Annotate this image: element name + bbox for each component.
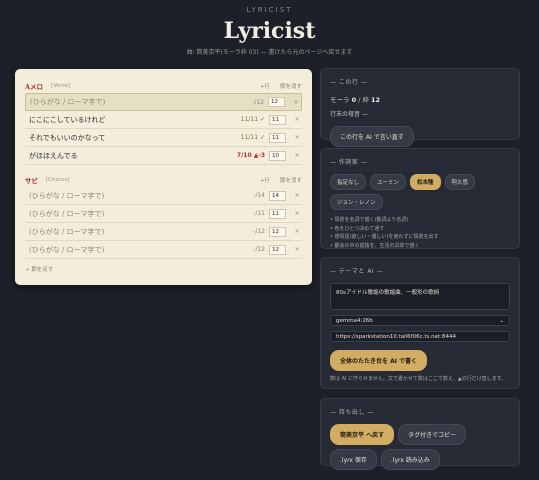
lyricist-tip: 情景を名詞で描く(動詞より名詞): [330, 216, 510, 225]
export-button[interactable]: .lyrx 保存: [330, 449, 377, 470]
model-select[interactable]: gemma4:26b ⌄: [330, 315, 510, 326]
lyric-line-input[interactable]: にこにこしているけれど: [29, 115, 241, 125]
page-subtitle: 曲: 筒美京平(モーラ枠 03) — 書けたら元のページへ戻せます: [186, 49, 353, 56]
current-line-heading: — この行 —: [330, 79, 368, 86]
tail-vowel: 行末の母音 —: [330, 111, 368, 118]
remove-line-icon[interactable]: ×: [292, 116, 302, 123]
lyricist-tips: 情景を名詞で描く(動詞より名詞)色をひとつ決めて通す感情語(寂しい・優しい)を使…: [330, 216, 510, 250]
mora-count: -/11: [253, 210, 265, 217]
mora-count: -/12: [252, 98, 264, 106]
lyricist-chip[interactable]: 阿久悠: [444, 174, 476, 190]
chevron-down-icon: ⌄: [499, 317, 504, 324]
lyric-line-input[interactable]: (ひらがな / ローマ字で): [29, 209, 253, 219]
lyrics-paper: Aメロ [Verse] +行 節を消す (ひらがな / ローマ字で) -/12 12 × にこに…: [15, 69, 312, 285]
add-line-button[interactable]: +行: [260, 82, 270, 90]
remove-line-icon[interactable]: ×: [292, 246, 302, 253]
slot-number-input[interactable]: 12: [268, 97, 285, 107]
lyricist-tip: 感情語(寂しい・優しい)を使わずに情景を出す: [330, 233, 510, 242]
current-line-panel: — この行 — モーラ 0 / 枠 12 行末の母音 — この行を AI で言い…: [320, 68, 520, 147]
slot-number-input[interactable]: 11: [269, 132, 286, 143]
theme-input[interactable]: 80sアイドル歌謡の歌謡曲、一般形の歌詞: [330, 283, 510, 310]
slot-number-input[interactable]: 12: [269, 226, 286, 237]
slot-label: / 枠: [358, 96, 369, 104]
remove-line-icon[interactable]: ×: [292, 228, 302, 235]
lyric-line[interactable]: がほほえんでる 7/10 ▲-3 10 ×: [25, 147, 302, 165]
remove-line-icon[interactable]: ×: [291, 99, 301, 106]
theme-ai-panel: — テーマと AI — 80sアイドル歌謡の歌謡曲、一般形の歌詞 gemma4:…: [320, 257, 520, 389]
lyric-line-input[interactable]: がほほえんでる: [29, 151, 237, 161]
slot-number-input[interactable]: 12: [269, 244, 286, 255]
lyric-line-input[interactable]: (ひらがな / ローマ字で): [29, 227, 253, 237]
lyric-line-input[interactable]: それでもいいのかなって: [29, 133, 241, 143]
lyric-line[interactable]: (ひらがな / ローマ字で) -/11 11 ×: [25, 205, 302, 223]
lyric-line-input[interactable]: (ひらがな / ローマ字で): [29, 245, 253, 255]
lyricist-chip[interactable]: ユーミン: [370, 174, 407, 190]
export-button[interactable]: 筒美京平 へ戻す: [330, 424, 395, 445]
section-header: サビ [Chorus] +行 節を消す: [25, 173, 302, 187]
model-select-value: gemma4:26b: [336, 317, 373, 324]
mora-count: -/14: [253, 192, 265, 199]
mora-count: -/12: [253, 246, 265, 253]
section-header: Aメロ [Verse] +行 節を消す: [25, 79, 302, 93]
ai-note: 数は AI に守らせません。文で書かせて数はここで数え、▲の行だけ直します。: [330, 376, 507, 382]
add-line-button[interactable]: +行: [260, 176, 270, 184]
export-heading: — 持ち出し —: [330, 409, 374, 416]
slot-number-input[interactable]: 11: [269, 114, 286, 125]
section-tag: [Chorus]: [46, 177, 70, 183]
slot-value: 12: [371, 96, 381, 104]
slot-number-input[interactable]: 14: [269, 190, 286, 201]
remove-line-icon[interactable]: ×: [292, 192, 302, 199]
remove-line-icon[interactable]: ×: [292, 210, 302, 217]
theme-ai-heading: — テーマと AI —: [330, 268, 384, 275]
endpoint-input[interactable]: https://sparkstation10.tail6f06c.ts.net:…: [330, 331, 510, 342]
mora-readout: モーラ 0 / 枠 12: [330, 94, 510, 104]
remove-line-icon[interactable]: ×: [292, 152, 302, 159]
export-button[interactable]: .lyrx 読み込み: [380, 449, 440, 470]
section-tag: [Verse]: [51, 83, 71, 89]
mora-count: 11/11 ✓: [240, 134, 265, 141]
lyric-line[interactable]: それでもいいのかなって 11/11 ✓ 11 ×: [25, 129, 302, 147]
lyric-line[interactable]: (ひらがな / ローマ字で) -/14 14 ×: [25, 187, 302, 205]
lyricist-tip: 都会の中の孤独を、生活の具体で描く: [330, 242, 510, 251]
lyric-line-input[interactable]: (ひらがな / ローマ字で): [30, 97, 252, 107]
slot-number-input[interactable]: 11: [269, 208, 286, 219]
lyricist-chip[interactable]: 指定なし: [330, 174, 367, 190]
lyricist-tip: 色をひとつ決めて通す: [330, 225, 510, 234]
delete-section-button[interactable]: 節を消す: [280, 176, 302, 184]
mora-count: 7/10 ▲-3: [236, 152, 265, 159]
lyricist-heading: — 作詞家 —: [330, 159, 368, 166]
delete-section-button[interactable]: 節を消す: [280, 82, 302, 90]
export-button[interactable]: タグ付きでコピー: [398, 424, 467, 445]
lyric-line[interactable]: にこにこしているけれど 11/11 ✓ 11 ×: [25, 111, 302, 129]
mora-label: モーラ: [330, 96, 350, 104]
lyric-line[interactable]: (ひらがな / ローマ字で) -/12 12 ×: [25, 241, 302, 259]
section-name[interactable]: サビ: [25, 175, 38, 185]
mora-value: 0: [351, 96, 357, 104]
add-section-button[interactable]: + 節を足す: [25, 265, 302, 273]
export-panel: — 持ち出し — 筒美京平 へ戻す タグ付きでコピー .lyrx 保存 .lyrx 読…: [320, 398, 520, 470]
page-title: Lyricist: [223, 18, 316, 44]
mora-count: 11/11 ✓: [240, 116, 265, 123]
lyricist-chip[interactable]: ジョン・レノン: [330, 194, 383, 210]
sections-container: Aメロ [Verse] +行 節を消す (ひらがな / ローマ字で) -/12 12 × にこに…: [25, 79, 302, 259]
brand-label: LYRICIST: [246, 6, 293, 14]
lyric-line-input[interactable]: (ひらがな / ローマ字で): [29, 191, 253, 201]
remove-line-icon[interactable]: ×: [292, 134, 302, 141]
section-name[interactable]: Aメロ: [25, 81, 43, 91]
lyric-line[interactable]: (ひらがな / ローマ字で) -/12 12 ×: [25, 223, 302, 241]
export-buttons: 筒美京平 へ戻す タグ付きでコピー .lyrx 保存 .lyrx 読み込み: [330, 424, 510, 470]
rewrite-line-button[interactable]: この行を AI で言い直す: [330, 126, 414, 147]
draft-all-button[interactable]: 全体のたたき台を AI で書く: [330, 350, 428, 371]
lyric-line[interactable]: (ひらがな / ローマ字で) -/12 12 ×: [25, 93, 302, 111]
slot-number-input[interactable]: 10: [269, 150, 286, 161]
mora-count: -/12: [253, 228, 265, 235]
lyricist-chip[interactable]: 松本隆: [410, 174, 441, 190]
lyricist-chips: 指定なし ユーミン 松本隆 阿久悠ジョン・レノン: [330, 174, 510, 210]
lyricist-panel: — 作詞家 — 指定なしユーミン松本隆阿久悠ジョン・レノン 情景を名詞で描く(動…: [320, 148, 520, 249]
